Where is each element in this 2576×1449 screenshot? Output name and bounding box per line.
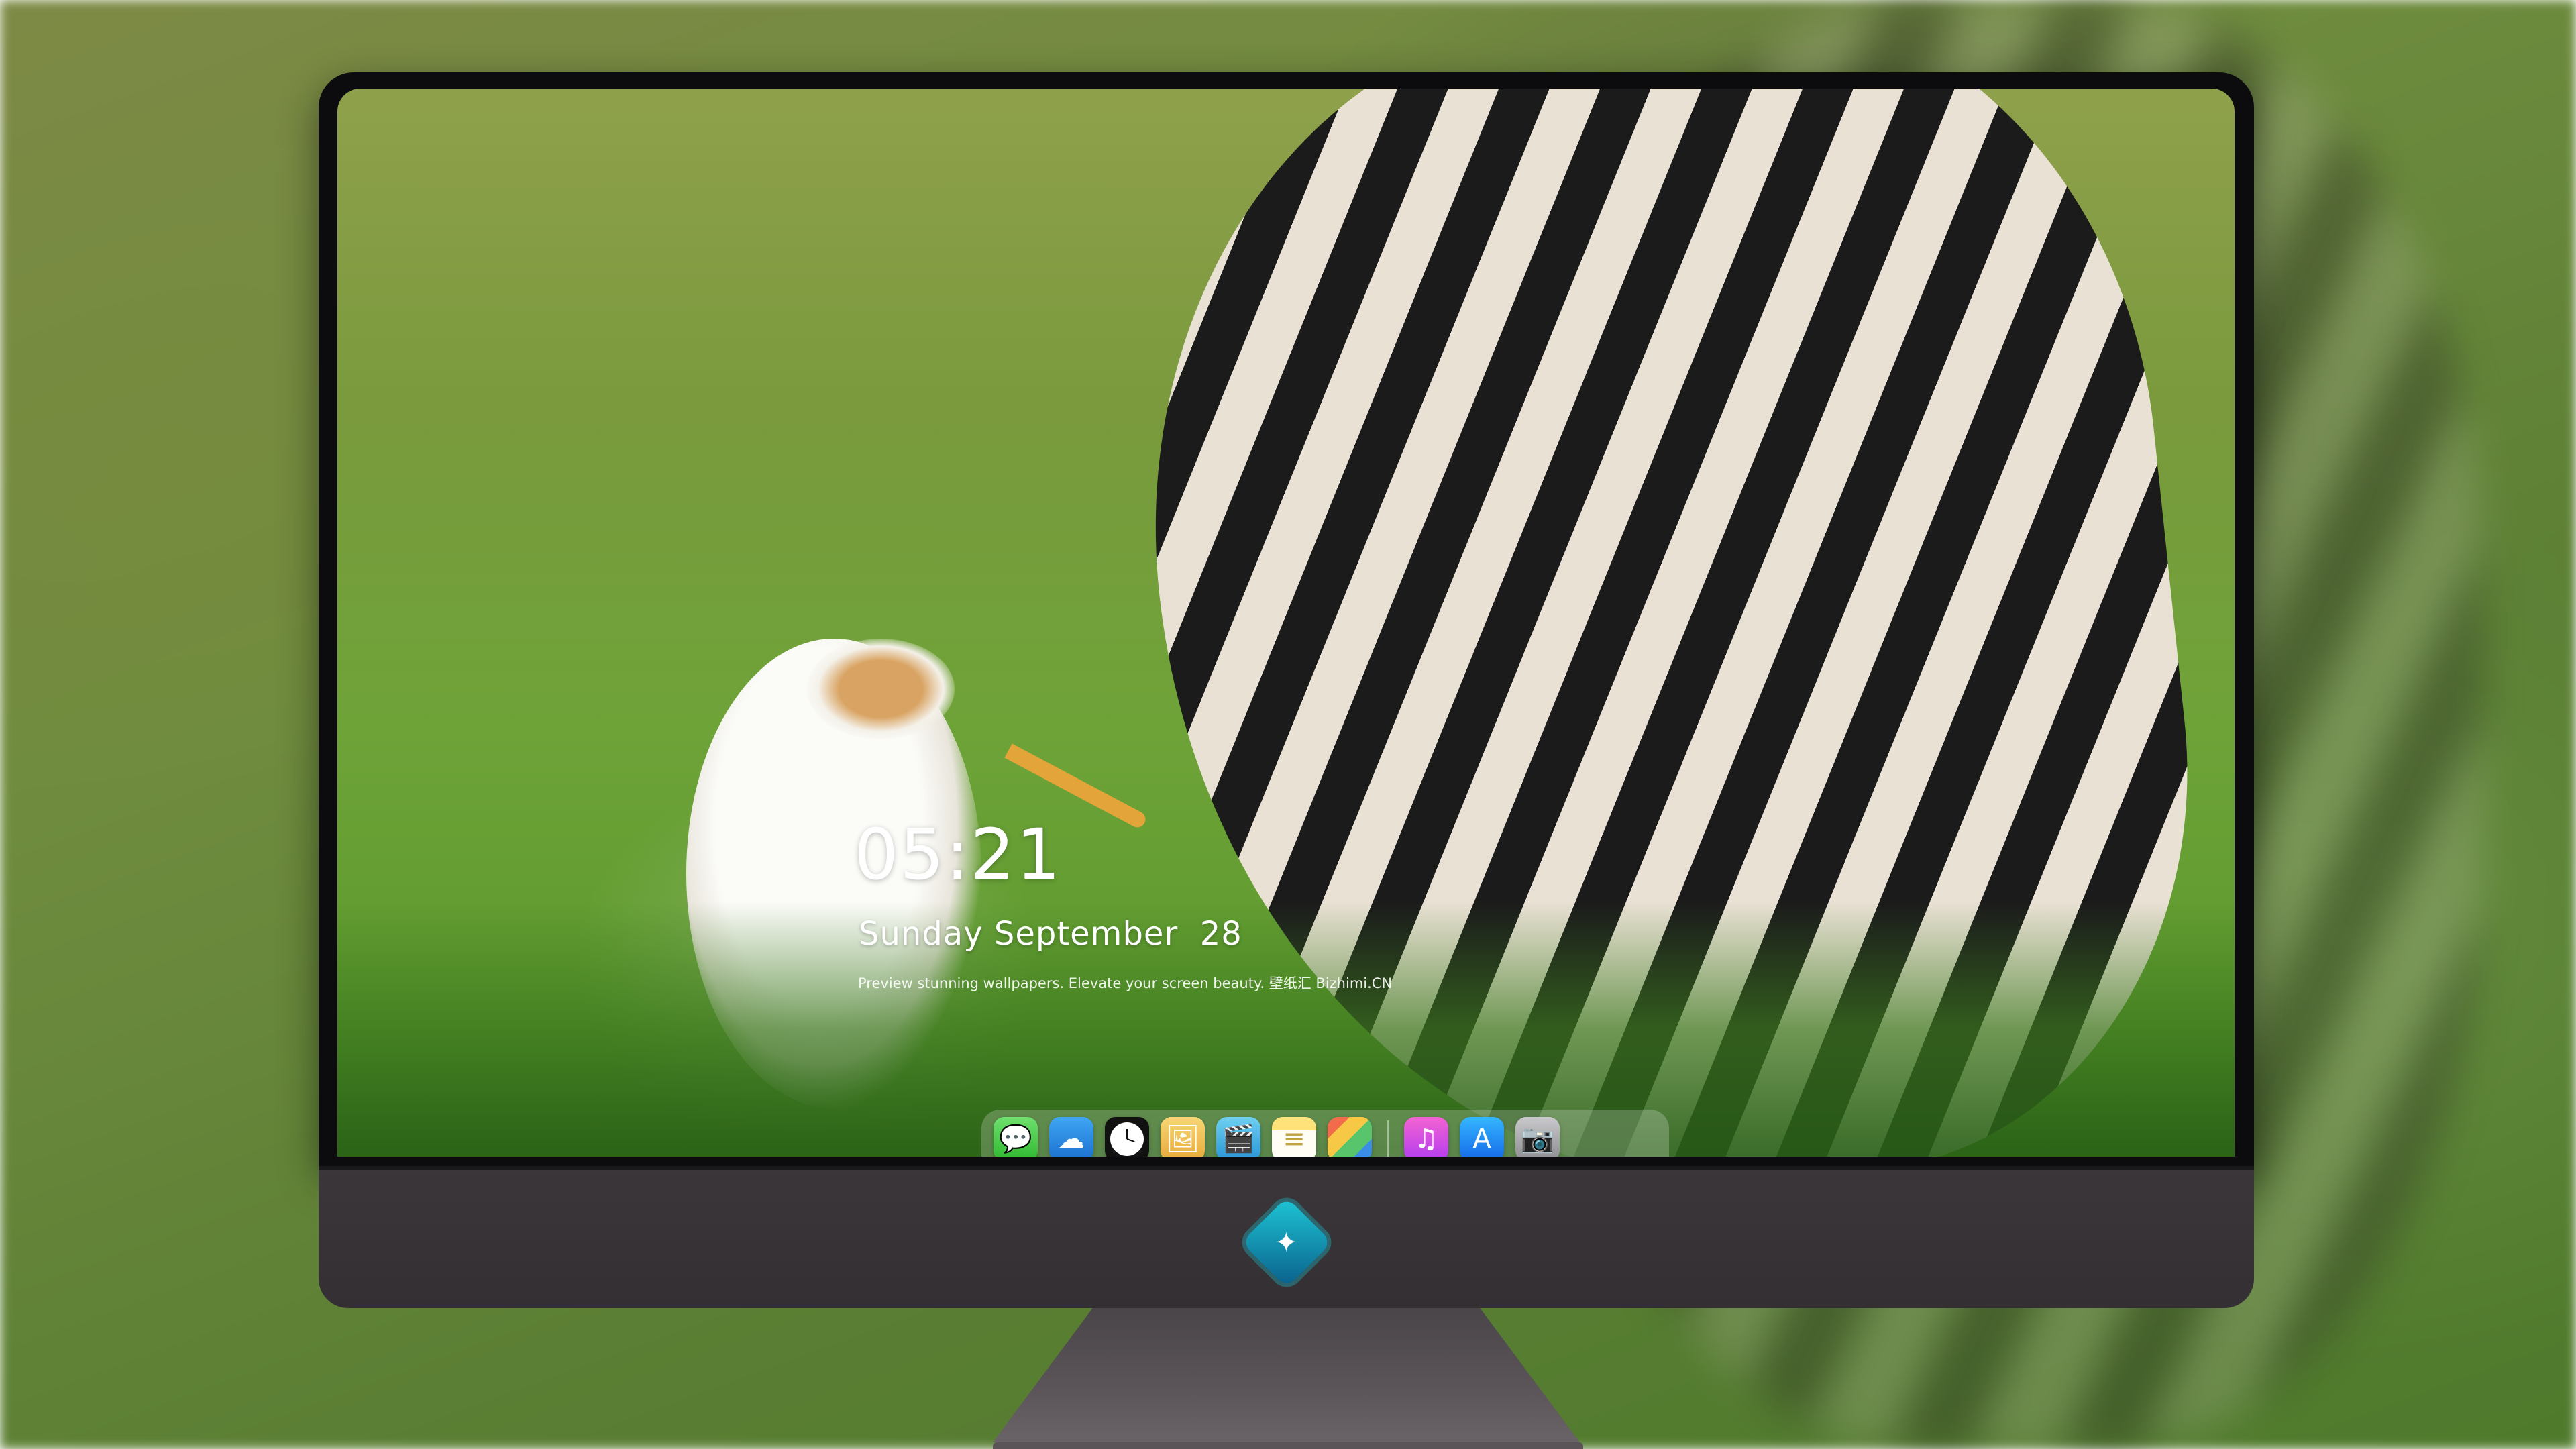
desktop-screen[interactable]: 05:21 Sunday September 28 Preview stunni… bbox=[337, 89, 2235, 1157]
camera-glyph: 📷 bbox=[1521, 1124, 1554, 1155]
monitor-base bbox=[993, 1442, 1583, 1449]
preview-glyph: 🖼 bbox=[1165, 1124, 1200, 1155]
brand-logo-glyph: ✦ bbox=[1275, 1226, 1299, 1259]
dock: 💬 ☁ 🖼 🎬 ≡ ♫ A 📷 bbox=[981, 1110, 1669, 1157]
notes-icon[interactable]: ≡ bbox=[1272, 1117, 1316, 1157]
lock-date: Sunday September 28 bbox=[859, 915, 1242, 953]
music-glyph: ♫ bbox=[1414, 1124, 1438, 1155]
wallpaper-egret-head bbox=[807, 639, 955, 739]
appstore-icon[interactable]: A bbox=[1460, 1117, 1504, 1157]
monitor-stand bbox=[993, 1308, 1580, 1442]
camera-icon[interactable]: 📷 bbox=[1515, 1117, 1560, 1157]
weather-icon[interactable]: ☁ bbox=[1049, 1117, 1093, 1157]
dock-separator bbox=[1387, 1120, 1389, 1157]
photos-icon[interactable] bbox=[1328, 1117, 1372, 1157]
messages-glyph: 💬 bbox=[999, 1124, 1032, 1155]
wallpaper-tagline: Preview stunning wallpapers. Elevate you… bbox=[858, 975, 1393, 991]
brand-logo-icon: ✦ bbox=[1241, 1197, 1332, 1288]
notes-glyph: ≡ bbox=[1283, 1124, 1305, 1155]
preview-icon[interactable]: 🖼 bbox=[1161, 1117, 1205, 1157]
clock-face bbox=[1110, 1122, 1144, 1156]
messages-icon[interactable]: 💬 bbox=[994, 1117, 1038, 1157]
clips-icon[interactable]: 🎬 bbox=[1216, 1117, 1260, 1157]
monitor-bezel: 05:21 Sunday September 28 Preview stunni… bbox=[319, 72, 2254, 1166]
monitor: 05:21 Sunday September 28 Preview stunni… bbox=[319, 72, 2254, 1442]
lock-time: 05:21 bbox=[854, 814, 1062, 896]
appstore-glyph: A bbox=[1472, 1124, 1491, 1155]
clips-glyph: 🎬 bbox=[1222, 1124, 1255, 1155]
music-icon[interactable]: ♫ bbox=[1404, 1117, 1448, 1157]
weather-glyph: ☁ bbox=[1058, 1124, 1085, 1155]
clock-icon[interactable] bbox=[1105, 1117, 1149, 1157]
monitor-chin: ✦ bbox=[319, 1166, 2254, 1308]
